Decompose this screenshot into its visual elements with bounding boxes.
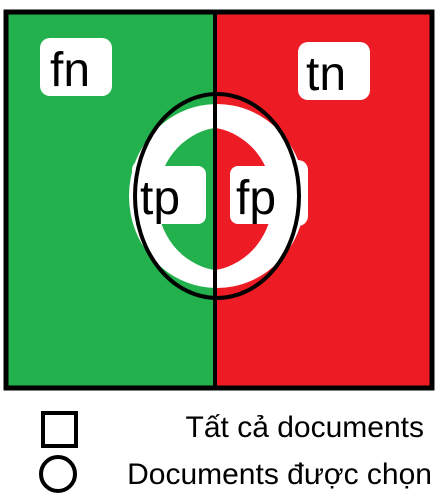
legend-circle-icon xyxy=(39,455,77,493)
fp-label: fp xyxy=(236,172,276,225)
tp-label: tp xyxy=(140,172,180,225)
legend-square-label: Tất cả documents xyxy=(186,411,424,444)
tn-label: tn xyxy=(306,48,346,101)
legend-circle-label: Documents được chọn xyxy=(127,458,432,491)
legend-square-icon xyxy=(41,411,78,448)
fn-label: fn xyxy=(50,44,90,97)
confusion-venn-diagram: fn tn tp fp Tất cả documents Documents đ… xyxy=(3,9,435,493)
